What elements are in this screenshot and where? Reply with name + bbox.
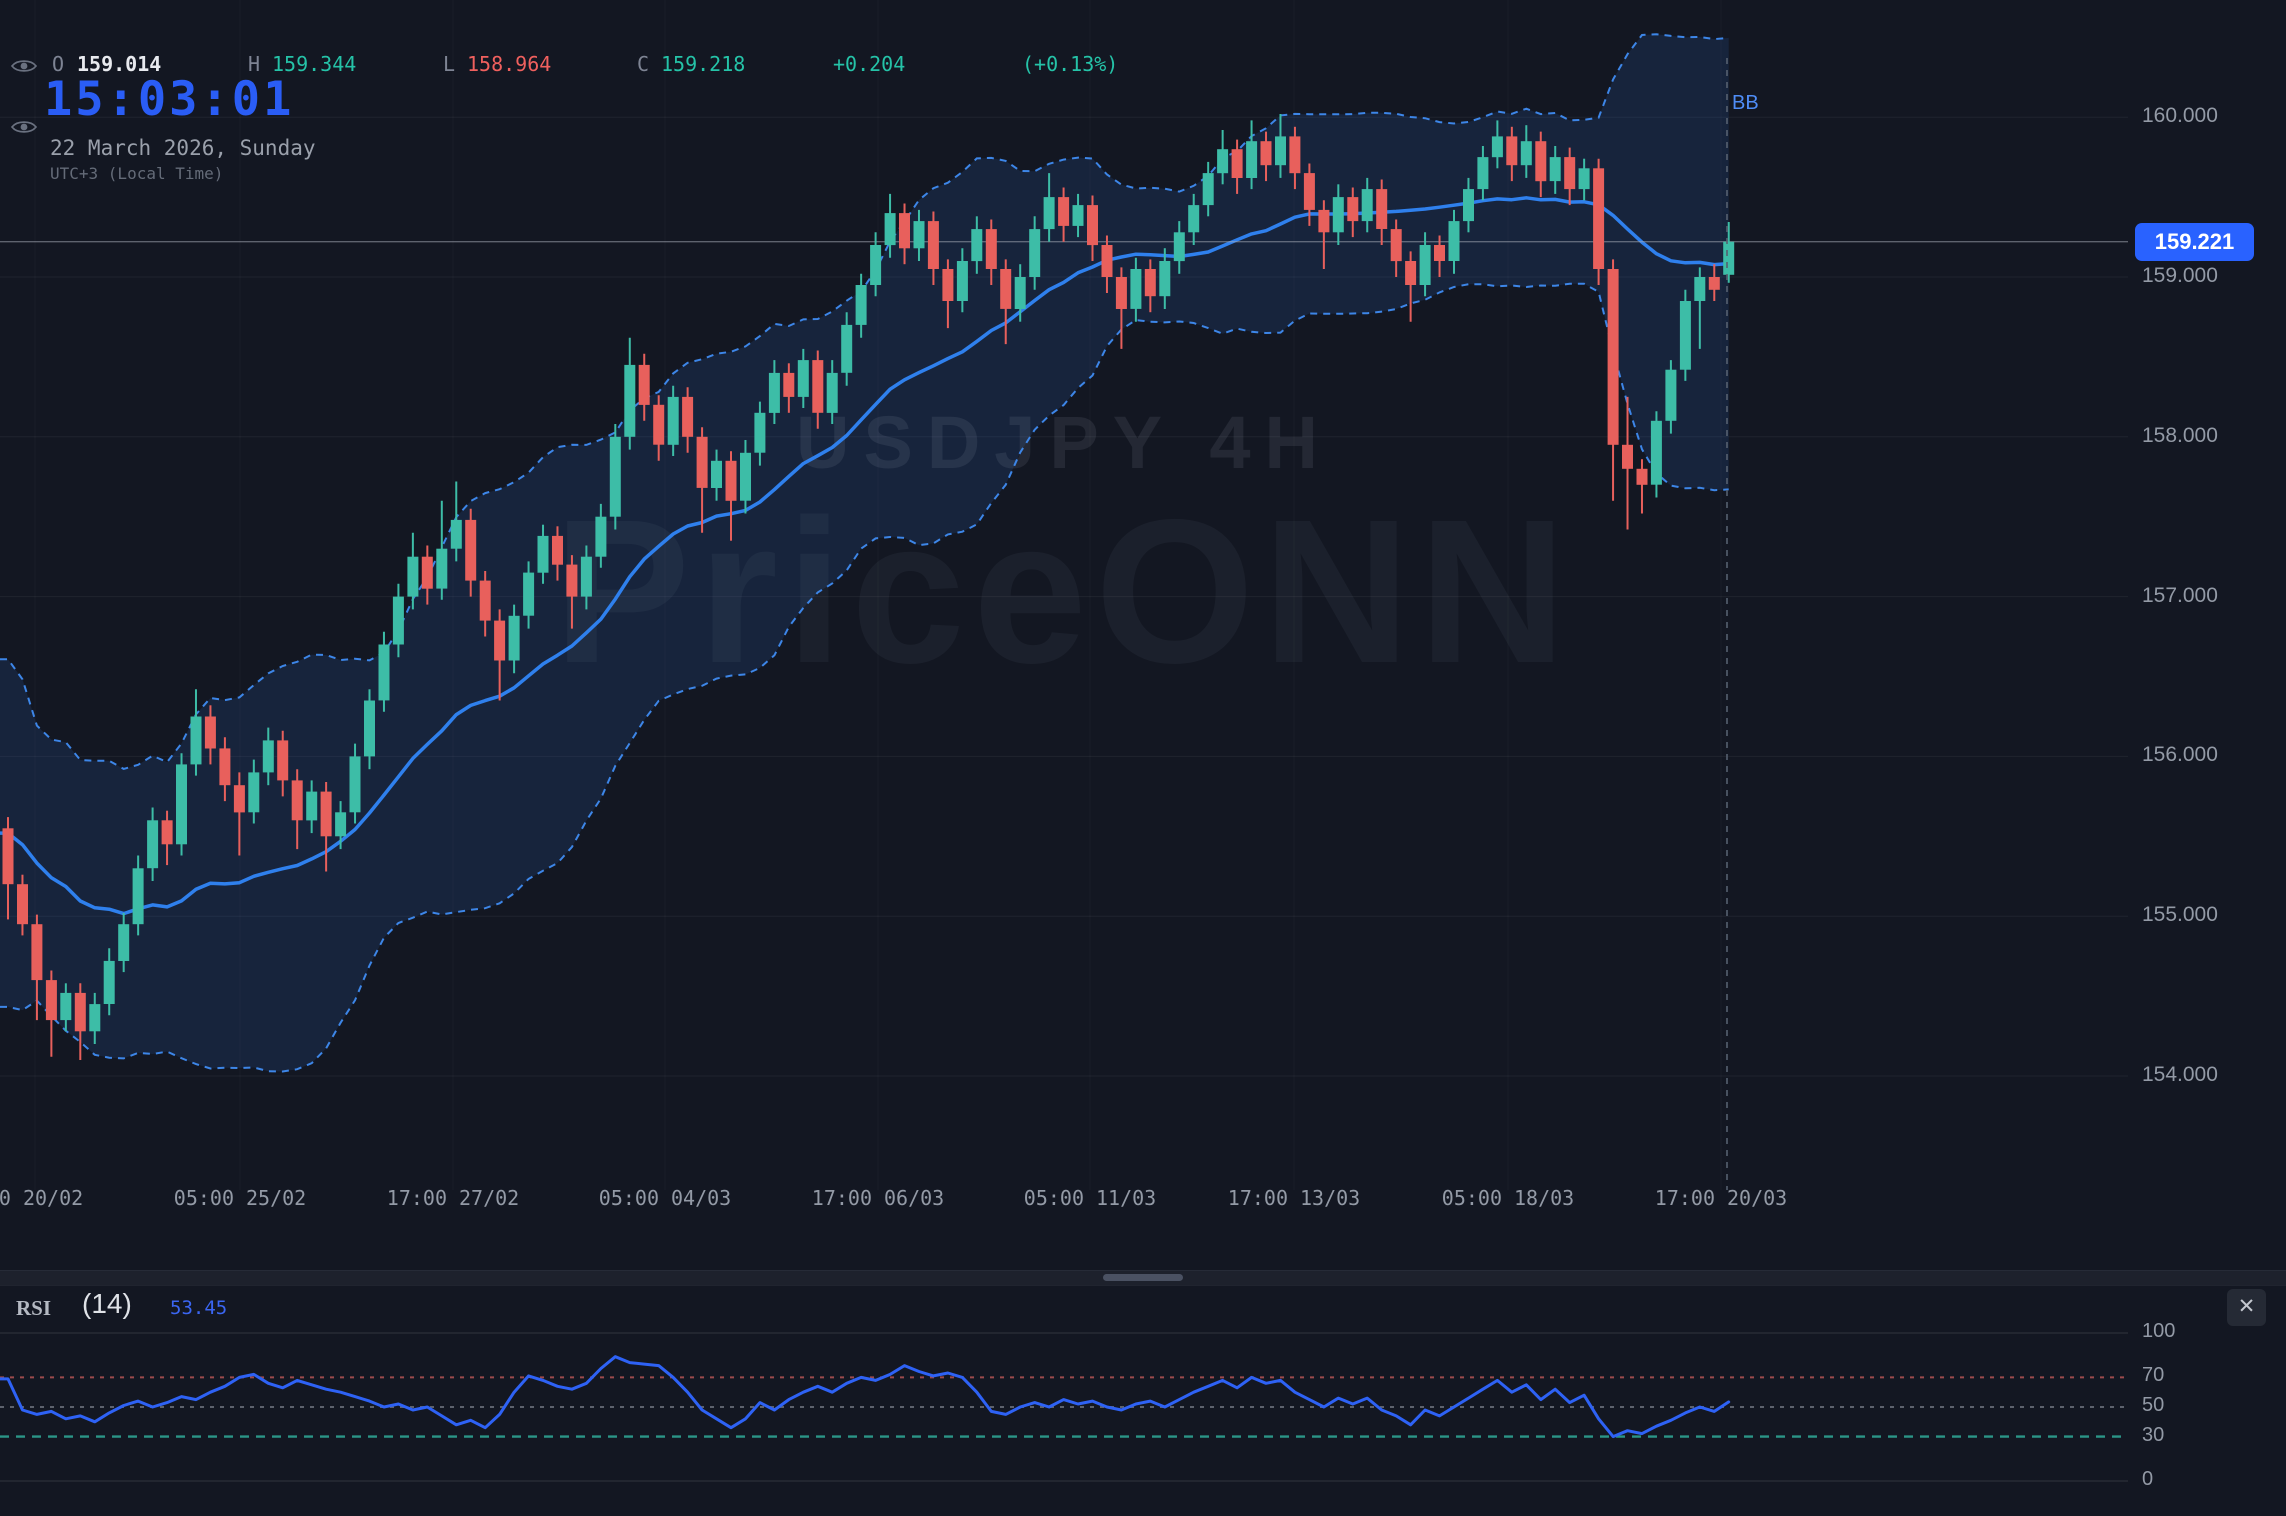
price-axis-label: 160.000 (2142, 104, 2218, 128)
time-axis-label: 05:00 18/03 (1442, 1186, 1574, 1210)
price-axis-label: 159.000 (2142, 264, 2218, 288)
time-axis[interactable]: 00 20/02 05:00 25/02 17:00 27/02 05:00 04/0… (0, 1180, 2286, 1220)
trading-chart-window: USDJPY 4HPriceONN O 159.014 H 159.344 L … (0, 0, 2286, 1516)
rsi-axis-label: 70 (2142, 1364, 2164, 1387)
time-axis-label: 05:00 25/02 (174, 1186, 306, 1210)
price-axis-label: 157.000 (2142, 584, 2218, 608)
time-axis-label: 05:00 04/03 (599, 1186, 731, 1210)
time-axis-label: 17:00 06/03 (812, 1186, 944, 1210)
price-axis-label: 155.000 (2142, 903, 2218, 927)
rsi-axis[interactable]: 100 70 50 30 0 (0, 1284, 2286, 1516)
price-axis-label: 154.000 (2142, 1063, 2218, 1087)
pane-splitter-handle[interactable] (1103, 1274, 1183, 1281)
current-price-badge: 159.221 (2135, 223, 2254, 261)
rsi-axis-label: 100 (2142, 1320, 2175, 1343)
time-axis-label: 17:00 20/03 (1655, 1186, 1787, 1210)
time-axis-label: 05:00 11/03 (1024, 1186, 1156, 1210)
time-axis-label: 17:00 27/02 (387, 1186, 519, 1210)
price-axis-label: 156.000 (2142, 743, 2218, 767)
time-axis-label: 17:00 13/03 (1228, 1186, 1360, 1210)
price-axis[interactable]: 160.000 159.000 158.000 157.000 156.000 155.0… (0, 0, 2286, 1260)
price-axis-label: 158.000 (2142, 424, 2218, 448)
time-axis-label: 00 20/02 (0, 1186, 83, 1210)
rsi-axis-label: 0 (2142, 1468, 2153, 1491)
rsi-axis-label: 50 (2142, 1394, 2164, 1417)
rsi-axis-label: 30 (2142, 1424, 2164, 1447)
